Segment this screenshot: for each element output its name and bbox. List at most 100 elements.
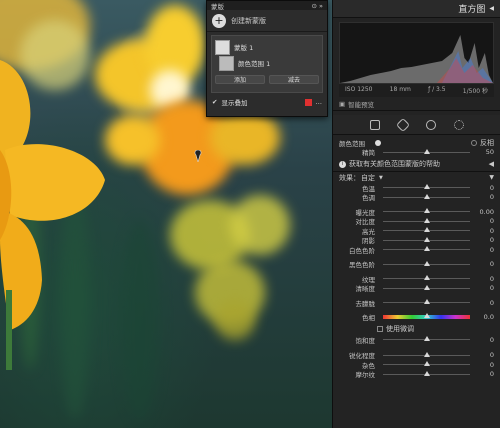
refine-label: 精简 <box>362 149 375 158</box>
refine-slider[interactable] <box>383 148 470 154</box>
fine-adjust-checkbox[interactable] <box>377 325 383 332</box>
saturation-label: 饱和度 <box>355 336 376 345</box>
masks-panel-header[interactable]: 蒙版 ⊙ » <box>207 1 327 11</box>
hue-slider[interactable] <box>383 312 470 319</box>
slider-value: 0 <box>489 260 494 269</box>
check-icon[interactable]: ✔ <box>212 98 217 106</box>
slider-track[interactable] <box>383 361 470 367</box>
slider-track[interactable] <box>383 284 470 290</box>
slider-thumb[interactable] <box>423 227 430 233</box>
develop-panel: 直方图 ◀ ISO 1250 18 mm ƒ / 3.5 1/500 秒 ▣ 智… <box>332 0 500 428</box>
color-range-row: 颜色范围 反相 <box>333 138 500 148</box>
slider-thumb[interactable] <box>423 217 430 223</box>
help-row[interactable]: i 获取有关颜色范围蒙版的帮助 ◀ <box>333 157 500 171</box>
slider-thumb[interactable] <box>423 260 430 266</box>
slider-thumb[interactable] <box>423 284 430 290</box>
slider-value: 0 <box>489 351 494 360</box>
slider-thumb[interactable] <box>423 370 430 376</box>
slider-thumb[interactable] <box>423 236 430 242</box>
slider-thumb[interactable] <box>423 208 430 214</box>
effect-row[interactable]: 效果： 自定 ▼ ▼ <box>333 171 500 183</box>
slider-track[interactable] <box>383 299 470 305</box>
mask-item[interactable]: 蒙版 1 <box>215 39 319 55</box>
slider-track[interactable] <box>383 227 470 233</box>
refine-value: 50 <box>485 148 494 157</box>
slider-label: 对比度 <box>355 218 376 227</box>
create-mask-label: 创建新蒙版 <box>231 16 266 25</box>
refine-row: 精简 50 <box>333 148 500 158</box>
overlay-row: ✔ 显示叠加 … <box>207 96 327 108</box>
slider-thumb[interactable] <box>423 148 430 154</box>
saturation-row: 饱和度 0 <box>333 334 500 346</box>
histogram-header[interactable]: 直方图 ◀ <box>333 0 500 18</box>
heal-tool-icon[interactable] <box>395 117 410 132</box>
subtract-label: 减去 <box>287 77 300 84</box>
slider-track[interactable] <box>383 217 470 223</box>
fine-adjust-label: 使用微调 <box>386 324 414 333</box>
slider-track[interactable] <box>383 260 470 266</box>
slider-row: 阴影 0 <box>333 236 500 245</box>
slider-value: 0 <box>489 274 494 283</box>
slider-track[interactable] <box>383 275 470 281</box>
red-eye-tool-icon[interactable] <box>425 119 436 130</box>
effect-label: 效果： <box>339 173 360 182</box>
masks-panel-title: 蒙版 <box>211 2 224 11</box>
mask-name: 蒙版 1 <box>234 44 254 52</box>
flower-petal-blur <box>210 110 280 165</box>
slider-label: 锐化程度 <box>349 352 375 361</box>
mask-list: 蒙版 1 颜色范围 1 添加 减去 <box>211 35 323 93</box>
slider-value: 0 <box>489 183 494 192</box>
plus-icon: + <box>212 13 226 28</box>
invert-toggle[interactable] <box>471 139 477 146</box>
overlay-color-swatch[interactable] <box>304 98 312 106</box>
more-icon[interactable]: … <box>316 98 323 106</box>
slider-track[interactable] <box>383 246 470 252</box>
crop-tool-icon[interactable] <box>369 119 380 130</box>
masks-panel: 蒙版 ⊙ » + 创建新蒙版 蒙版 1 颜色范围 1 添加 减去 ✔ 显示叠加 … <box>206 0 328 117</box>
slider-thumb[interactable] <box>423 246 430 252</box>
slider-thumb[interactable] <box>423 275 430 281</box>
subtract-button[interactable]: 减去 <box>269 75 319 84</box>
help-text: 获取有关颜色范围蒙版的帮助 <box>349 160 440 168</box>
focal-value: 18 mm <box>389 86 411 93</box>
mask-component-item[interactable]: 颜色范围 1 <box>215 55 319 71</box>
slider-track[interactable] <box>383 370 470 376</box>
slider-row: 白色色阶 0 <box>333 245 500 255</box>
slider-label: 色温 <box>362 184 375 193</box>
fine-adjust-row[interactable]: 使用微调 <box>333 324 500 334</box>
slider-row: 杂色 0 <box>333 360 500 370</box>
panel-menu-icon[interactable]: ⊙ » <box>312 2 324 10</box>
hue-thumb[interactable] <box>423 312 430 318</box>
masking-tool-icon[interactable] <box>453 119 464 130</box>
slider-track[interactable] <box>383 208 470 214</box>
expand-icon: ◀ <box>488 160 494 168</box>
add-button[interactable]: 添加 <box>215 75 265 84</box>
slider-thumb[interactable] <box>423 336 430 341</box>
add-label: 添加 <box>233 77 246 84</box>
detail-sliders: 锐化程度 0 杂色 0 摩尔纹 0 <box>333 351 500 379</box>
shutter-value: 1/500 秒 <box>462 88 488 95</box>
info-icon: i <box>339 160 346 168</box>
slider-track[interactable] <box>383 193 470 199</box>
component-name: 颜色范围 1 <box>238 60 271 68</box>
slider-label: 白色色阶 <box>349 246 375 255</box>
component-thumbnail <box>219 55 234 71</box>
slider-thumb[interactable] <box>423 361 430 367</box>
slider-track[interactable] <box>383 351 470 357</box>
slider-value: 0 <box>489 370 494 379</box>
slider-thumb[interactable] <box>423 184 430 190</box>
slider-thumb[interactable] <box>423 193 430 199</box>
slider-track[interactable] <box>383 184 470 190</box>
saturation-slider[interactable] <box>383 336 470 341</box>
smart-preview[interactable]: ▣ 智能预览 <box>333 97 500 111</box>
create-mask-button[interactable]: + 创建新蒙版 <box>207 10 327 32</box>
slider-track[interactable] <box>383 236 470 242</box>
slider-value: 0 <box>489 193 494 202</box>
slider-row: 高光 0 <box>333 226 500 236</box>
hue-value: 0.0 <box>483 312 494 321</box>
color-sample-icon[interactable] <box>375 139 381 146</box>
slider-thumb[interactable] <box>423 351 430 357</box>
slider-thumb[interactable] <box>423 299 430 305</box>
slider-label: 纹理 <box>362 275 375 284</box>
smart-preview-label: 智能预览 <box>348 100 375 109</box>
